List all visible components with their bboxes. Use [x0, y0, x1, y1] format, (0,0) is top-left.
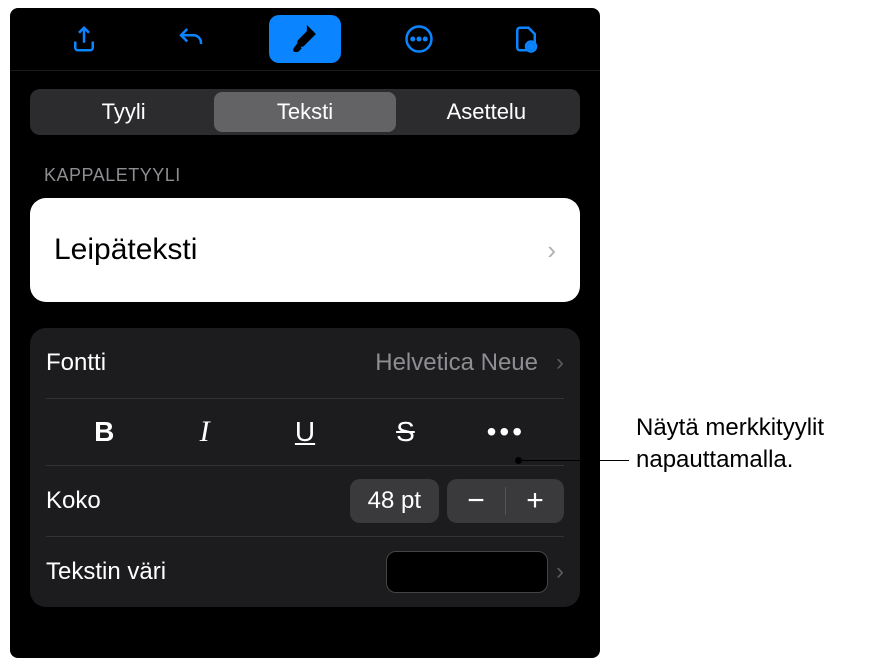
share-button[interactable] — [54, 17, 114, 61]
format-brush-button[interactable] — [269, 15, 341, 63]
size-stepper: − + — [447, 479, 564, 523]
tab-layout[interactable]: Asettelu — [396, 92, 577, 132]
tab-style[interactable]: Tyyli — [33, 92, 214, 132]
text-style-row: B I U S ••• — [46, 399, 564, 466]
chevron-right-icon: › — [547, 235, 556, 266]
underline-button[interactable]: U — [255, 410, 355, 454]
callout-line2: napauttamalla. — [636, 444, 824, 476]
size-decrease-button[interactable]: − — [447, 479, 505, 523]
callout-leader-line — [519, 460, 629, 461]
more-button[interactable] — [389, 17, 449, 61]
size-row: Koko 48 pt − + — [46, 466, 564, 537]
text-color-label: Tekstin väri — [46, 558, 166, 586]
chevron-right-icon: › — [556, 558, 564, 586]
callout-text: Näytä merkkityylit napauttamalla. — [636, 412, 824, 477]
color-swatch[interactable] — [386, 551, 548, 593]
document-view-button[interactable] — [496, 17, 556, 61]
more-text-options-button[interactable]: ••• — [456, 410, 556, 454]
paragraph-style-selector[interactable]: Leipäteksti › — [30, 198, 580, 302]
text-settings-group: Fontti Helvetica Neue › B I U S ••• Koko… — [30, 328, 580, 607]
paragraph-style-heading: KAPPALETYYLI — [30, 165, 580, 186]
paragraph-style-value: Leipäteksti — [54, 233, 197, 267]
font-row[interactable]: Fontti Helvetica Neue › — [46, 328, 564, 399]
tab-text[interactable]: Teksti — [214, 92, 395, 132]
ellipsis-icon: ••• — [487, 416, 525, 447]
font-label: Fontti — [46, 349, 106, 377]
strikethrough-button[interactable]: S — [355, 410, 455, 454]
format-panel: Tyyli Teksti Asettelu KAPPALETYYLI Leipä… — [10, 8, 600, 658]
callout-line1: Näytä merkkityylit — [636, 412, 824, 444]
chevron-right-icon: › — [556, 349, 564, 377]
italic-button[interactable]: I — [154, 409, 254, 455]
panel-content: Tyyli Teksti Asettelu KAPPALETYYLI Leipä… — [10, 71, 600, 625]
size-increase-button[interactable]: + — [506, 479, 564, 523]
tab-segmented-control: Tyyli Teksti Asettelu — [30, 89, 580, 135]
text-color-row[interactable]: Tekstin väri › — [46, 537, 564, 607]
bold-button[interactable]: B — [54, 410, 154, 454]
top-toolbar — [10, 8, 600, 71]
size-value[interactable]: 48 pt — [350, 479, 439, 523]
undo-button[interactable] — [161, 17, 221, 61]
size-label: Koko — [46, 487, 101, 515]
font-value: Helvetica Neue — [375, 349, 538, 377]
